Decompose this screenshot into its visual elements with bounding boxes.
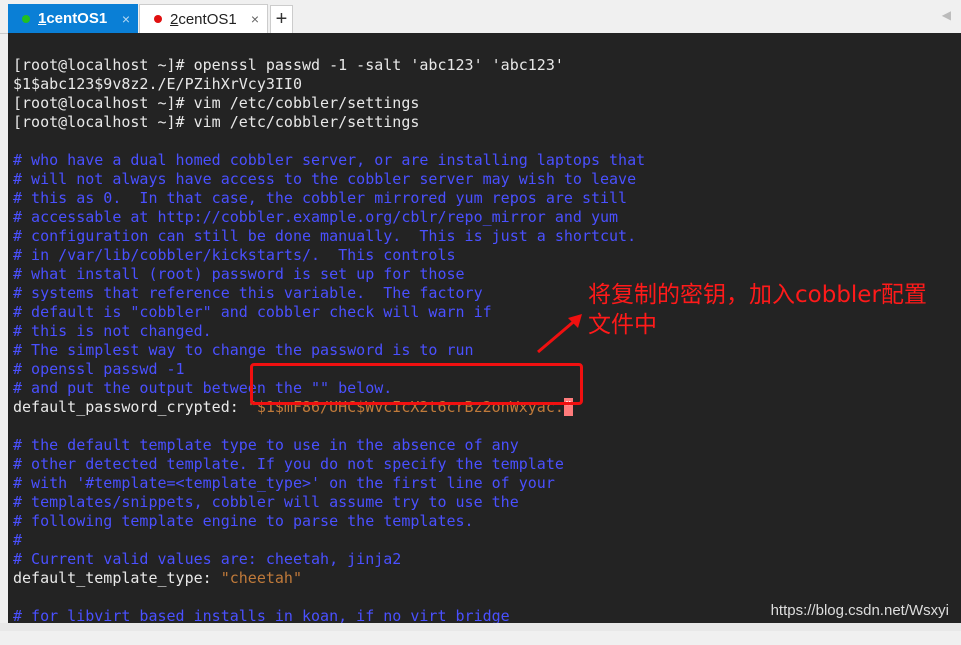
tab-bar: 1 centOS1 × 2 centOS1 × + ◀ bbox=[0, 0, 961, 34]
tab-centos1-2[interactable]: 2 centOS1 × bbox=[139, 4, 268, 33]
comment-line: # who have a dual homed cobbler server, … bbox=[13, 151, 646, 169]
shell-line: [root@localhost ~]# vim /etc/cobbler/set… bbox=[13, 113, 420, 131]
disconnected-status-icon bbox=[154, 15, 162, 23]
annotation-text: 将复制的密钥，加入cobbler配置文件中 bbox=[588, 282, 927, 338]
comment-line: # configuration can still be done manual… bbox=[13, 227, 637, 245]
shell-line: [root@localhost ~]# openssl passwd -1 -s… bbox=[13, 56, 564, 74]
shell-line: [root@localhost ~]# vim /etc/cobbler/set… bbox=[13, 94, 420, 112]
connected-status-icon bbox=[22, 14, 30, 23]
comment-line: # bbox=[13, 531, 23, 549]
tab-centos1-1[interactable]: 1 centOS1 × bbox=[8, 4, 138, 33]
comment-line: # with '#template=<template_type>' on th… bbox=[13, 474, 555, 492]
tab-number: 2 bbox=[170, 10, 179, 28]
close-icon[interactable]: × bbox=[122, 11, 130, 27]
tab-number: 1 bbox=[38, 10, 47, 27]
arrow-icon bbox=[537, 314, 582, 354]
comment-line: # other detected template. If you do not… bbox=[13, 455, 564, 473]
tab-label: centOS1 bbox=[46, 10, 108, 27]
setting-key: default_template_type: bbox=[13, 569, 221, 587]
comment-line: # templates/snippets, cobbler will assum… bbox=[13, 493, 519, 511]
template-value: "cheetah" bbox=[220, 569, 302, 587]
shell-line: $1$abc123$9v8z2./E/PZihXrVcy3II0 bbox=[13, 75, 302, 93]
highlight-box bbox=[250, 363, 583, 405]
comment-line: # in /var/lib/cobbler/kickstarts/. This … bbox=[13, 246, 456, 264]
add-tab-button[interactable]: + bbox=[270, 5, 293, 34]
comment-line: # will not always have access to the cob… bbox=[13, 170, 637, 188]
comment-line: # The simplest way to change the passwor… bbox=[13, 341, 474, 359]
comment-line: # this as 0. In that case, the cobbler m… bbox=[13, 189, 628, 207]
status-bar bbox=[0, 623, 961, 631]
comment-line: # accessable at http://cobbler.example.o… bbox=[13, 208, 619, 226]
close-icon[interactable]: × bbox=[251, 11, 259, 27]
comment-line: # following template engine to parse the… bbox=[13, 512, 474, 530]
tab-label: centOS1 bbox=[178, 10, 237, 28]
comment-line: # the default template type to use in th… bbox=[13, 436, 519, 454]
template-line: default_template_type: "cheetah" bbox=[13, 569, 961, 588]
setting-key: default_password_crypted: bbox=[13, 398, 248, 416]
comment-line: # Current valid values are: cheetah, jin… bbox=[13, 550, 402, 568]
scroll-left-icon[interactable]: ◀ bbox=[942, 8, 951, 22]
watermark: https://blog.csdn.net/Wsxyi bbox=[770, 602, 949, 619]
